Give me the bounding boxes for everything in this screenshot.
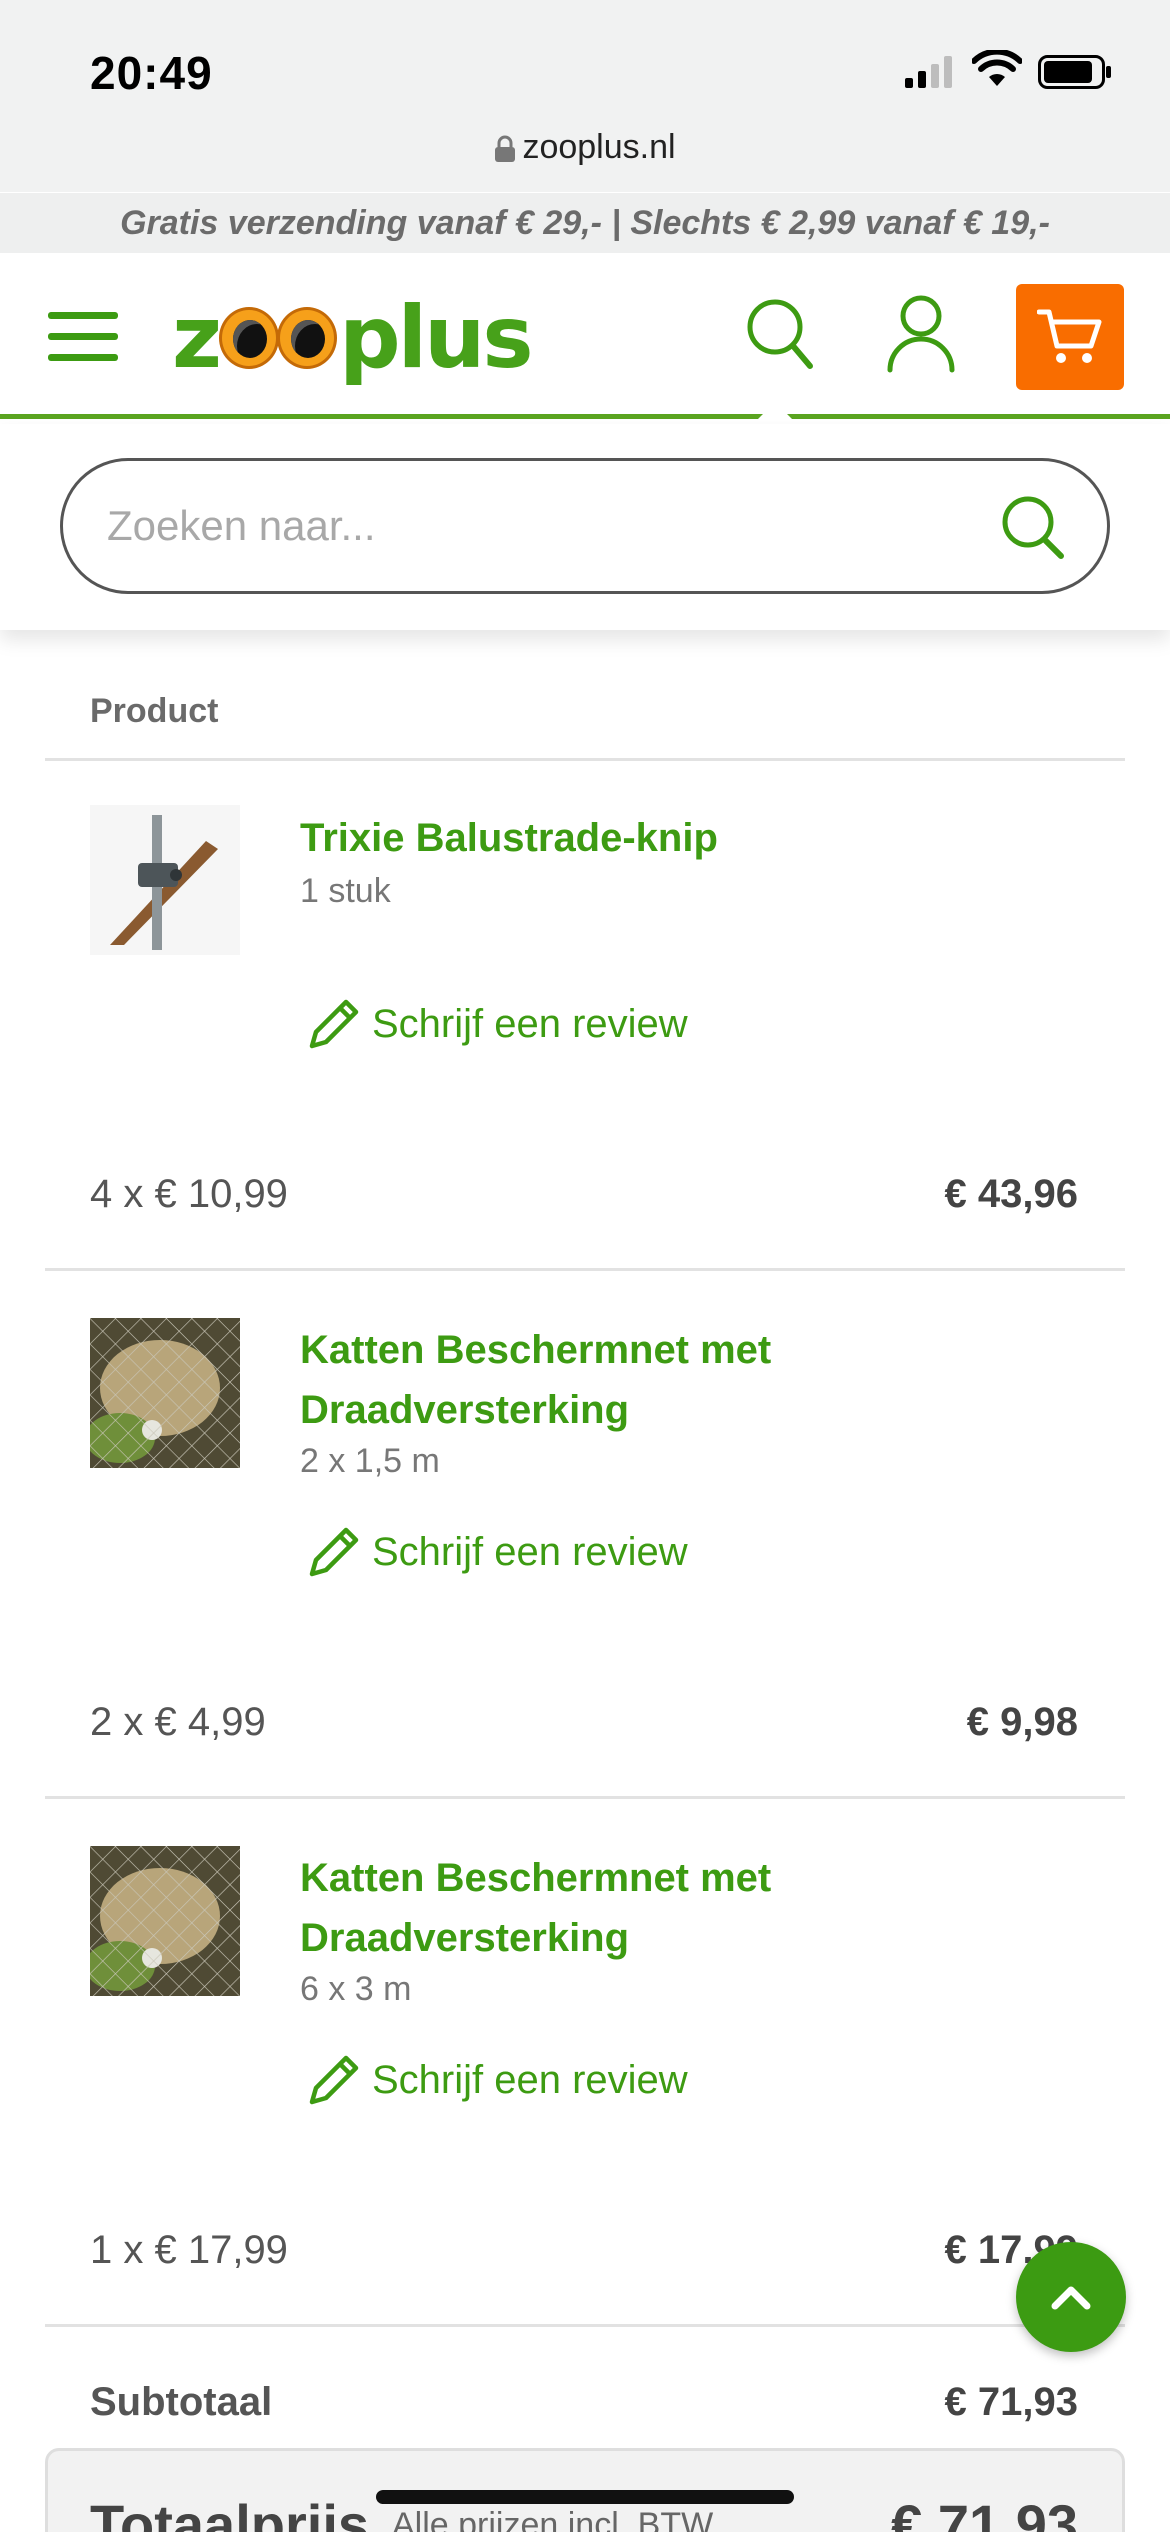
write-review-label: Schrijf een review — [372, 2057, 688, 2102]
status-time: 20:49 — [90, 47, 213, 99]
promo-banner: Gratis verzending vanaf € 29,- | Slechts… — [0, 193, 1170, 253]
cart-icon — [1037, 309, 1102, 363]
url-display[interactable]: zooplus.nl — [0, 128, 1170, 167]
menu-button[interactable] — [48, 312, 118, 368]
divider — [45, 758, 1125, 761]
menu-icon-bar — [48, 354, 118, 361]
divider — [45, 1268, 1125, 1271]
signal-icon — [905, 56, 952, 88]
write-review-label: Schrijf een review — [372, 1529, 688, 1574]
logo-eyes-icon — [219, 307, 339, 373]
pencil-icon — [309, 999, 359, 1049]
total-label: Totaalprijs — [90, 2493, 370, 2532]
search-panel-caret — [757, 402, 793, 420]
vat-note: Alle prijzen incl. BTW — [392, 2506, 714, 2532]
product-image[interactable] — [90, 1846, 240, 1996]
cart-button[interactable] — [1016, 284, 1124, 390]
lock-icon — [495, 135, 516, 163]
line-total: € 43,96 — [944, 1172, 1078, 1216]
quantity-price: 2 x € 4,99 — [90, 1700, 266, 1744]
menu-icon-bar — [48, 333, 118, 340]
subtotal-value: € 71,93 — [944, 2380, 1078, 2424]
product-variant: 1 stuk — [300, 872, 391, 910]
pencil-icon — [309, 1527, 359, 1577]
pencil-icon — [309, 2055, 359, 2105]
cat-net-image — [90, 1846, 240, 1996]
write-review-label: Schrijf een review — [372, 1001, 688, 1046]
scroll-to-top-button[interactable] — [1016, 2242, 1126, 2352]
search-submit-icon[interactable] — [999, 493, 1067, 561]
home-indicator[interactable] — [376, 2490, 794, 2504]
logo-letter-z: z — [172, 288, 222, 388]
menu-icon-bar — [48, 312, 118, 319]
product-image[interactable] — [90, 1318, 240, 1468]
logo-text-plus: plus — [339, 288, 533, 388]
write-review-link[interactable]: Schrijf een review — [304, 2050, 688, 2110]
line-total: € 9,98 — [966, 1700, 1078, 1744]
divider — [45, 1796, 1125, 1799]
divider — [45, 2324, 1125, 2327]
quantity-price: 1 x € 17,99 — [90, 2228, 288, 2272]
product-title-link[interactable]: Trixie Balustrade-knip — [300, 808, 1020, 868]
wifi-icon — [972, 50, 1022, 86]
product-title-link[interactable]: Katten Beschermnet met Draadversterking — [300, 1320, 1020, 1440]
chevron-up-icon — [1051, 2286, 1091, 2310]
cat-net-image — [90, 1318, 240, 1468]
zooplus-logo[interactable]: z plus — [172, 288, 534, 388]
url-text: zooplus.nl — [522, 128, 676, 166]
product-image[interactable] — [90, 805, 240, 955]
balustrade-clip-image — [90, 805, 240, 955]
search-input[interactable] — [107, 491, 987, 561]
column-header-product: Product — [90, 692, 219, 730]
product-variant: 2 x 1,5 m — [300, 1442, 440, 1480]
subtotal-label: Subtotaal — [90, 2380, 273, 2424]
battery-icon — [1038, 55, 1111, 89]
search-field[interactable] — [60, 458, 1110, 594]
product-title-link[interactable]: Katten Beschermnet met Draadversterking — [300, 1848, 1020, 1968]
write-review-link[interactable]: Schrijf een review — [304, 994, 688, 1054]
search-icon[interactable] — [744, 296, 816, 374]
account-icon[interactable] — [886, 294, 956, 374]
quantity-price: 4 x € 10,99 — [90, 1172, 288, 1216]
product-variant: 6 x 3 m — [300, 1970, 412, 2008]
write-review-link[interactable]: Schrijf een review — [304, 1522, 688, 1582]
total-value: € 71,93 — [891, 2493, 1078, 2532]
